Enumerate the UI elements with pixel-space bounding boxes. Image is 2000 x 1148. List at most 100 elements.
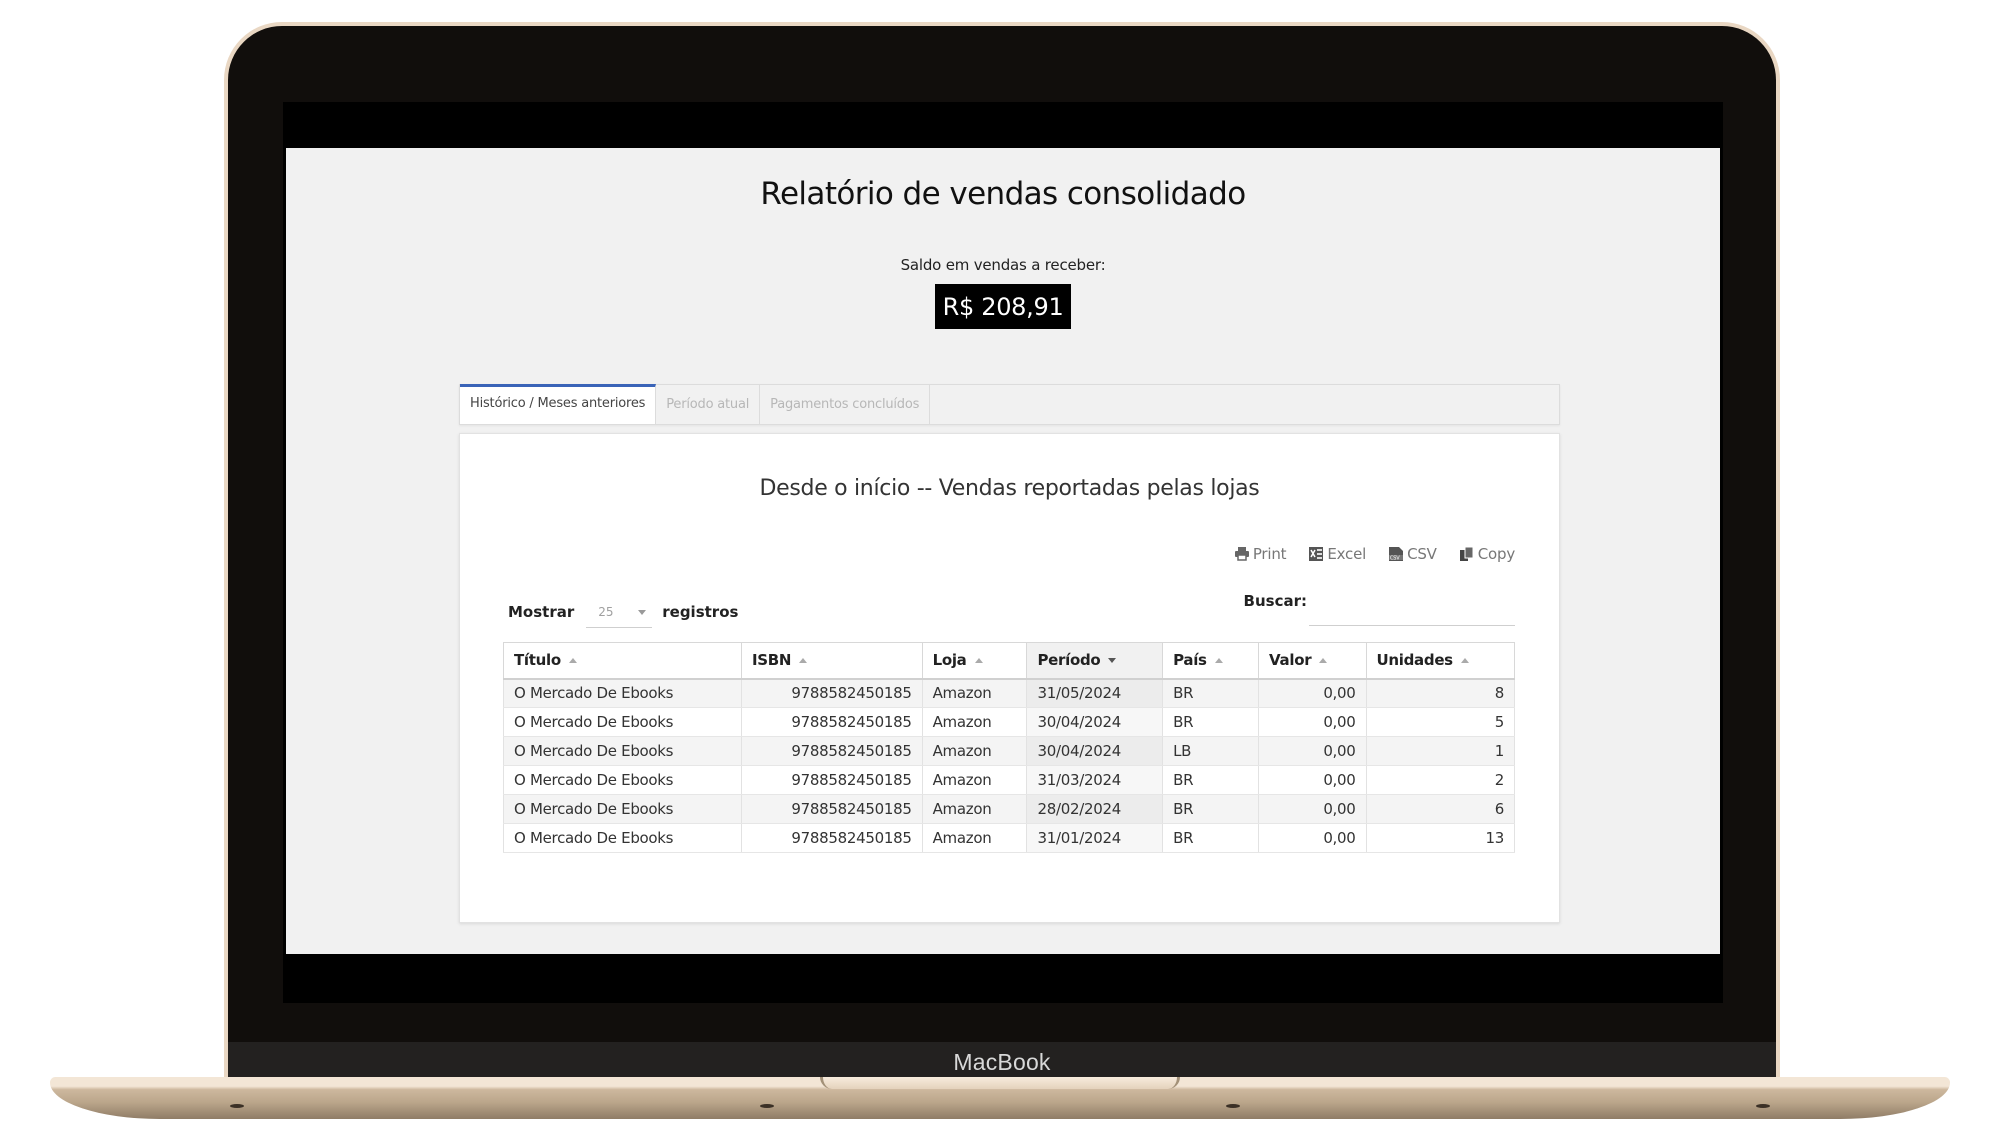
column-header-loja[interactable]: Loja bbox=[921, 642, 1028, 680]
cell-pais: BR bbox=[1162, 678, 1260, 708]
cell-valor: 0,00 bbox=[1258, 678, 1367, 708]
cell-valor: 0,00 bbox=[1258, 794, 1367, 824]
search-control: Buscar: bbox=[1244, 592, 1515, 626]
column-header-valor[interactable]: Valor bbox=[1258, 642, 1367, 680]
column-header-pais[interactable]: País bbox=[1162, 642, 1260, 680]
cell-unidades: 13 bbox=[1365, 823, 1516, 853]
table-row: O Mercado De Ebooks 9788582450185 Amazon 30… bbox=[503, 736, 1516, 766]
cell-loja: Amazon bbox=[921, 823, 1028, 853]
cell-titulo: O Mercado De Ebooks bbox=[503, 765, 742, 795]
print-label: Print bbox=[1252, 545, 1287, 563]
sort-asc-icon bbox=[974, 658, 983, 664]
column-header-label: País bbox=[1173, 651, 1207, 670]
cell-isbn: 9788582450185 bbox=[740, 707, 923, 737]
export-toolbar: Print Excel CSV CSV Copy bbox=[1234, 545, 1515, 563]
column-header-label: Título bbox=[514, 651, 561, 670]
search-input[interactable] bbox=[1309, 594, 1515, 626]
cell-periodo: 30/04/2024 bbox=[1026, 736, 1164, 766]
column-header-label: Loja bbox=[932, 651, 967, 670]
cell-isbn: 9788582450185 bbox=[740, 678, 923, 708]
column-header-label: Unidades bbox=[1376, 651, 1454, 670]
cell-unidades: 1 bbox=[1365, 736, 1516, 766]
laptop-foot bbox=[760, 1104, 774, 1108]
page-length-select[interactable]: 25 bbox=[586, 596, 653, 628]
cell-isbn: 9788582450185 bbox=[740, 794, 923, 824]
cell-valor: 0,00 bbox=[1258, 736, 1367, 766]
length-label-after: registros bbox=[662, 603, 739, 621]
laptop-foot bbox=[1226, 1104, 1240, 1108]
csv-icon: CSV bbox=[1388, 546, 1404, 562]
cell-titulo: O Mercado De Ebooks bbox=[503, 736, 742, 766]
column-header-label: Período bbox=[1037, 651, 1101, 670]
column-header-label: Valor bbox=[1269, 651, 1312, 670]
page-title: Relatório de vendas consolidado bbox=[760, 176, 1246, 212]
balance-label: Saldo em vendas a receber: bbox=[900, 256, 1106, 274]
cell-periodo: 30/04/2024 bbox=[1026, 707, 1164, 737]
cell-loja: Amazon bbox=[921, 736, 1028, 766]
table-row: O Mercado De Ebooks 9788582450185 Amazon 30… bbox=[503, 707, 1516, 737]
column-header-titulo[interactable]: Título bbox=[503, 642, 742, 680]
cell-loja: Amazon bbox=[921, 678, 1028, 708]
column-header-periodo[interactable]: Período bbox=[1026, 642, 1164, 680]
sort-asc-icon bbox=[1460, 658, 1469, 664]
column-header-unidades[interactable]: Unidades bbox=[1365, 642, 1516, 680]
column-header-isbn[interactable]: ISBN bbox=[740, 642, 923, 680]
cell-valor: 0,00 bbox=[1258, 765, 1367, 795]
length-label-before: Mostrar bbox=[508, 603, 575, 621]
excel-button[interactable]: Excel bbox=[1308, 545, 1366, 563]
laptop-foot bbox=[230, 1104, 244, 1108]
brand-label: MacBook bbox=[953, 1049, 1051, 1075]
cell-isbn: 9788582450185 bbox=[740, 736, 923, 766]
print-button[interactable]: Print bbox=[1234, 545, 1287, 563]
table-body: O Mercado De Ebooks 9788582450185 Amazon 31… bbox=[503, 678, 1516, 853]
cell-valor: 0,00 bbox=[1258, 823, 1367, 853]
csv-button[interactable]: CSV CSV bbox=[1388, 545, 1437, 563]
table-row: O Mercado De Ebooks 9788582450185 Amazon 28… bbox=[503, 794, 1516, 824]
column-header-label: ISBN bbox=[751, 651, 792, 670]
cell-valor: 0,00 bbox=[1258, 707, 1367, 737]
print-icon bbox=[1234, 546, 1250, 562]
cell-loja: Amazon bbox=[921, 794, 1028, 824]
search-label: Buscar: bbox=[1243, 592, 1307, 610]
excel-label: Excel bbox=[1327, 545, 1367, 563]
cell-unidades: 5 bbox=[1365, 707, 1516, 737]
laptop-opening-notch bbox=[820, 1077, 1180, 1089]
display: Relatório de vendas consolidado Saldo em… bbox=[283, 102, 1723, 1003]
sort-asc-icon bbox=[1319, 658, 1328, 664]
cell-isbn: 9788582450185 bbox=[740, 765, 923, 795]
cell-pais: BR bbox=[1162, 765, 1260, 795]
tab-periodo-atual[interactable]: Período atual bbox=[656, 385, 761, 424]
report-title: Desde o início -- Vendas reportadas pela… bbox=[759, 476, 1260, 501]
cell-isbn: 9788582450185 bbox=[740, 823, 923, 853]
cell-unidades: 2 bbox=[1365, 765, 1516, 795]
cell-periodo: 31/03/2024 bbox=[1026, 765, 1164, 795]
screen-bezel: Relatório de vendas consolidado Saldo em… bbox=[228, 26, 1776, 1084]
cell-titulo: O Mercado De Ebooks bbox=[503, 678, 742, 708]
sales-table: Título ISBN Loja Período País Valor Unidades O… bbox=[503, 642, 1516, 853]
cell-pais: LB bbox=[1162, 736, 1260, 766]
cell-titulo: O Mercado De Ebooks bbox=[503, 823, 742, 853]
sort-desc-icon bbox=[1108, 658, 1117, 664]
laptop-lid: Relatório de vendas consolidado Saldo em… bbox=[224, 22, 1780, 1084]
cell-pais: BR bbox=[1162, 794, 1260, 824]
cell-titulo: O Mercado De Ebooks bbox=[503, 794, 742, 824]
page-length-value: 25 bbox=[598, 605, 614, 619]
balance-value: R$ 208,91 bbox=[934, 284, 1072, 329]
csv-label: CSV bbox=[1407, 545, 1437, 563]
copy-button[interactable]: Copy bbox=[1459, 545, 1515, 563]
cell-pais: BR bbox=[1162, 707, 1260, 737]
report-card: Desde o início -- Vendas reportadas pela… bbox=[459, 433, 1560, 923]
cell-periodo: 31/01/2024 bbox=[1026, 823, 1164, 853]
cell-periodo: 28/02/2024 bbox=[1026, 794, 1164, 824]
cell-titulo: O Mercado De Ebooks bbox=[503, 707, 742, 737]
cell-unidades: 8 bbox=[1365, 678, 1516, 708]
laptop-foot bbox=[1756, 1104, 1770, 1108]
copy-icon bbox=[1459, 546, 1475, 562]
tab-historico[interactable]: Histórico / Meses anteriores bbox=[460, 384, 657, 424]
table-header-row: Título ISBN Loja Período País Valor Unidades bbox=[503, 642, 1516, 680]
table-row: O Mercado De Ebooks 9788582450185 Amazon 31… bbox=[503, 823, 1516, 853]
tab-pagamentos-concluidos[interactable]: Pagamentos concluídos bbox=[760, 385, 931, 424]
table-row: O Mercado De Ebooks 9788582450185 Amazon 31… bbox=[503, 678, 1516, 708]
table-row: O Mercado De Ebooks 9788582450185 Amazon 31… bbox=[503, 765, 1516, 795]
cell-periodo: 31/05/2024 bbox=[1026, 678, 1164, 708]
